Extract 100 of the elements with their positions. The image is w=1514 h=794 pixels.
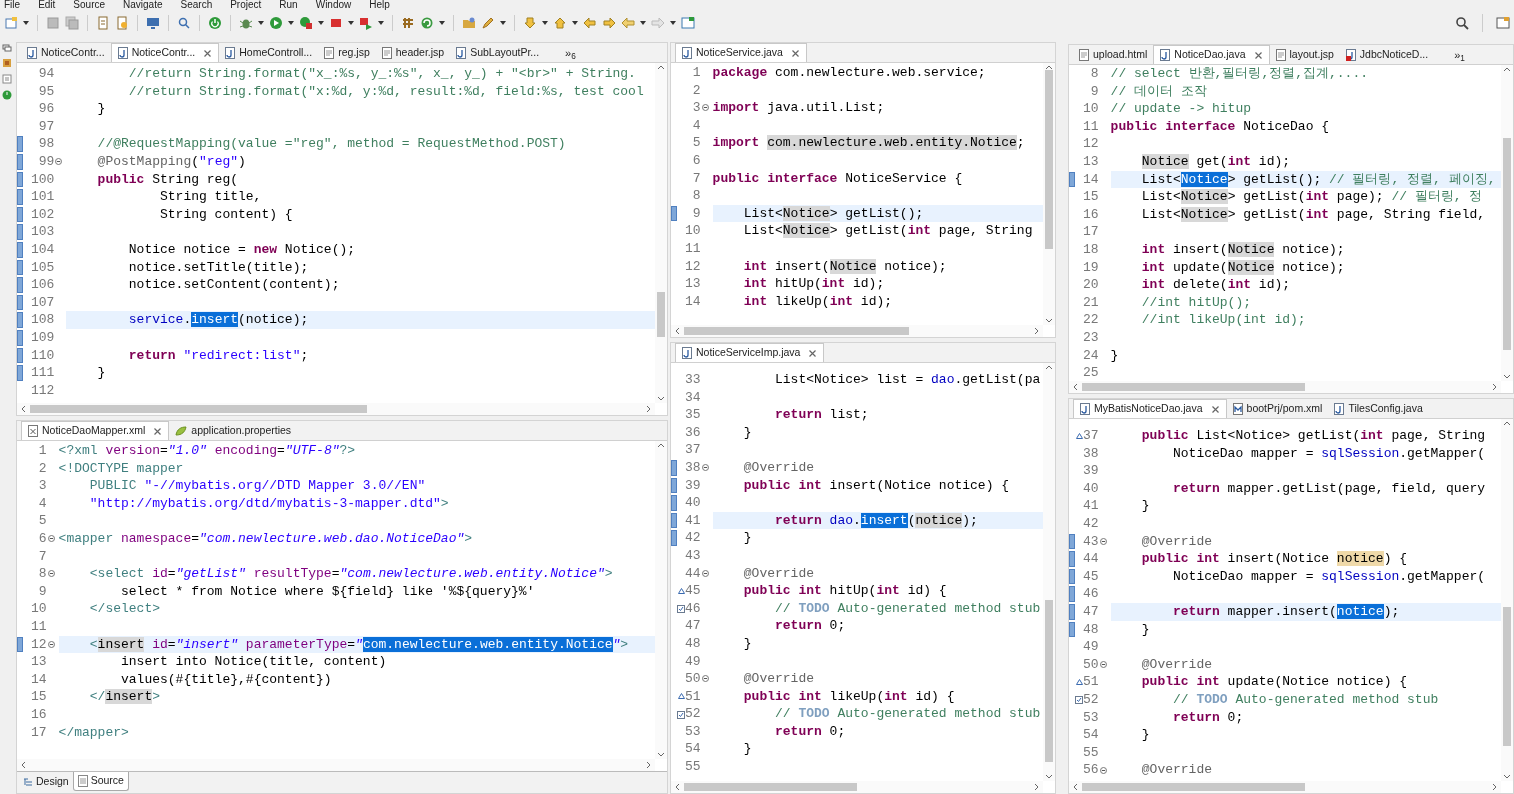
- scroll-up-icon[interactable]: [657, 65, 665, 70]
- caret-icon[interactable]: [288, 21, 294, 25]
- caret-icon[interactable]: [640, 21, 646, 25]
- power-icon[interactable]: [208, 16, 222, 30]
- scroll-down-icon[interactable]: [1503, 374, 1511, 379]
- scroll-up-icon[interactable]: [1503, 421, 1511, 426]
- editor-tab[interactable]: NoticeServiceImp.java: [675, 343, 825, 362]
- caret-icon[interactable]: [348, 21, 354, 25]
- scroll-left-icon[interactable]: [21, 405, 26, 413]
- collapse-icon[interactable]: [1099, 766, 1107, 774]
- menu-item[interactable]: Edit: [38, 0, 56, 9]
- vertical-scrollbar[interactable]: [1501, 419, 1513, 781]
- editor-tab[interactable]: header.jsp: [375, 43, 451, 62]
- scroll-thumb[interactable]: [684, 327, 909, 335]
- close-icon[interactable]: [808, 348, 818, 358]
- scroll-thumb[interactable]: [30, 405, 367, 413]
- menu-item[interactable]: Search: [180, 0, 213, 9]
- scroll-down-icon[interactable]: [657, 752, 665, 757]
- collapse-icon[interactable]: [701, 569, 709, 577]
- editor-tab[interactable]: MyBatisNoticeDao.java: [1073, 399, 1227, 418]
- collapse-icon[interactable]: [1099, 537, 1107, 545]
- collapse-icon[interactable]: [55, 158, 63, 166]
- scroll-left-icon[interactable]: [675, 327, 680, 335]
- tab-overflow-button[interactable]: »$_{6}$: [565, 47, 576, 59]
- restore-icon[interactable]: [2, 44, 12, 52]
- monitor-icon[interactable]: [146, 16, 160, 30]
- scroll-down-icon[interactable]: [1045, 318, 1053, 323]
- close-icon[interactable]: [790, 48, 800, 58]
- horizontal-scrollbar[interactable]: [671, 781, 1043, 793]
- server-icon[interactable]: [2, 90, 12, 100]
- caret-icon[interactable]: [670, 21, 676, 25]
- menu-item[interactable]: Source: [73, 0, 106, 9]
- scroll-up-icon[interactable]: [657, 443, 665, 448]
- close-icon[interactable]: [1253, 50, 1263, 60]
- editor-tab[interactable]: NoticeContr...: [110, 43, 220, 62]
- menu-item[interactable]: File: [4, 0, 21, 9]
- editor-tab[interactable]: NoticeService.java: [675, 43, 807, 62]
- editor-tab[interactable]: bootPrj/pom.xml: [1226, 399, 1329, 418]
- open-folder-icon[interactable]: [462, 16, 476, 30]
- menu-item[interactable]: Navigate: [123, 0, 163, 9]
- scroll-up-icon[interactable]: [1045, 65, 1053, 70]
- horizontal-scrollbar[interactable]: [17, 759, 655, 771]
- close-icon[interactable]: [1210, 404, 1220, 414]
- scroll-right-icon[interactable]: [646, 405, 651, 413]
- caret-icon[interactable]: [258, 21, 264, 25]
- scroll-thumb[interactable]: [1045, 70, 1053, 249]
- scroll-right-icon[interactable]: [1034, 327, 1039, 335]
- magnifier-icon[interactable]: [177, 16, 191, 30]
- scroll-thumb[interactable]: [657, 291, 665, 338]
- scroll-thumb[interactable]: [1082, 783, 1306, 791]
- scroll-thumb[interactable]: [1503, 138, 1511, 350]
- scroll-thumb[interactable]: [1503, 606, 1511, 747]
- scroll-left-icon[interactable]: [21, 761, 26, 769]
- vertical-scrollbar[interactable]: [1501, 65, 1513, 381]
- horizontal-scrollbar[interactable]: [671, 325, 1043, 337]
- caret-icon[interactable]: [23, 21, 29, 25]
- editor-tab[interactable]: NoticeDaoMapper.xml: [21, 421, 170, 440]
- run-config-icon[interactable]: [299, 16, 313, 30]
- close-icon[interactable]: [203, 48, 213, 58]
- caret-icon[interactable]: [378, 21, 384, 25]
- editor-tab[interactable]: NoticeContr...: [21, 43, 111, 62]
- editor-tab[interactable]: JdbcNoticeD...: [1339, 45, 1435, 64]
- previous-annotation-icon[interactable]: [553, 16, 567, 30]
- scroll-thumb[interactable]: [1045, 600, 1053, 762]
- scroll-left-icon[interactable]: [1073, 383, 1078, 391]
- menu-item[interactable]: Project: [230, 0, 262, 9]
- editor-mode-tab[interactable]: Source: [72, 772, 129, 791]
- scroll-left-icon[interactable]: [675, 783, 680, 791]
- scroll-right-icon[interactable]: [1034, 783, 1039, 791]
- caret-icon[interactable]: [318, 21, 324, 25]
- close-icon[interactable]: [153, 426, 163, 436]
- collapse-icon[interactable]: [47, 535, 55, 543]
- open-perspective-icon[interactable]: [1496, 16, 1510, 30]
- caret-icon[interactable]: [439, 21, 445, 25]
- menu-item[interactable]: Help: [369, 0, 390, 9]
- editor-tab[interactable]: reg.jsp: [318, 43, 376, 62]
- scroll-down-icon[interactable]: [1503, 774, 1511, 779]
- caret-icon[interactable]: [500, 21, 506, 25]
- external-tool-icon[interactable]: [359, 16, 373, 30]
- scroll-up-icon[interactable]: [1045, 365, 1053, 370]
- collapse-icon[interactable]: [47, 640, 55, 648]
- menu-item[interactable]: Window: [315, 0, 352, 9]
- collapse-icon[interactable]: [701, 464, 709, 472]
- editor-tab[interactable]: NoticeDao.java: [1153, 45, 1270, 64]
- editor-tab[interactable]: layout.jsp: [1269, 45, 1340, 64]
- next-annotation-icon[interactable]: [523, 16, 537, 30]
- collapse-icon[interactable]: [1099, 661, 1107, 668]
- vertical-scrollbar[interactable]: [1043, 363, 1055, 781]
- scroll-up-icon[interactable]: [1503, 67, 1511, 72]
- scroll-right-icon[interactable]: [1492, 783, 1497, 791]
- back-icon[interactable]: [621, 16, 635, 30]
- collapse-icon[interactable]: [47, 570, 55, 578]
- scroll-thumb[interactable]: [684, 783, 857, 791]
- scroll-down-icon[interactable]: [657, 396, 665, 401]
- stop-icon[interactable]: [329, 16, 343, 30]
- refresh-icon[interactable]: [420, 16, 434, 30]
- scroll-down-icon[interactable]: [1045, 774, 1053, 779]
- back-edit-icon[interactable]: [583, 16, 597, 30]
- package-explorer-icon[interactable]: [2, 58, 12, 68]
- scroll-left-icon[interactable]: [1073, 783, 1078, 791]
